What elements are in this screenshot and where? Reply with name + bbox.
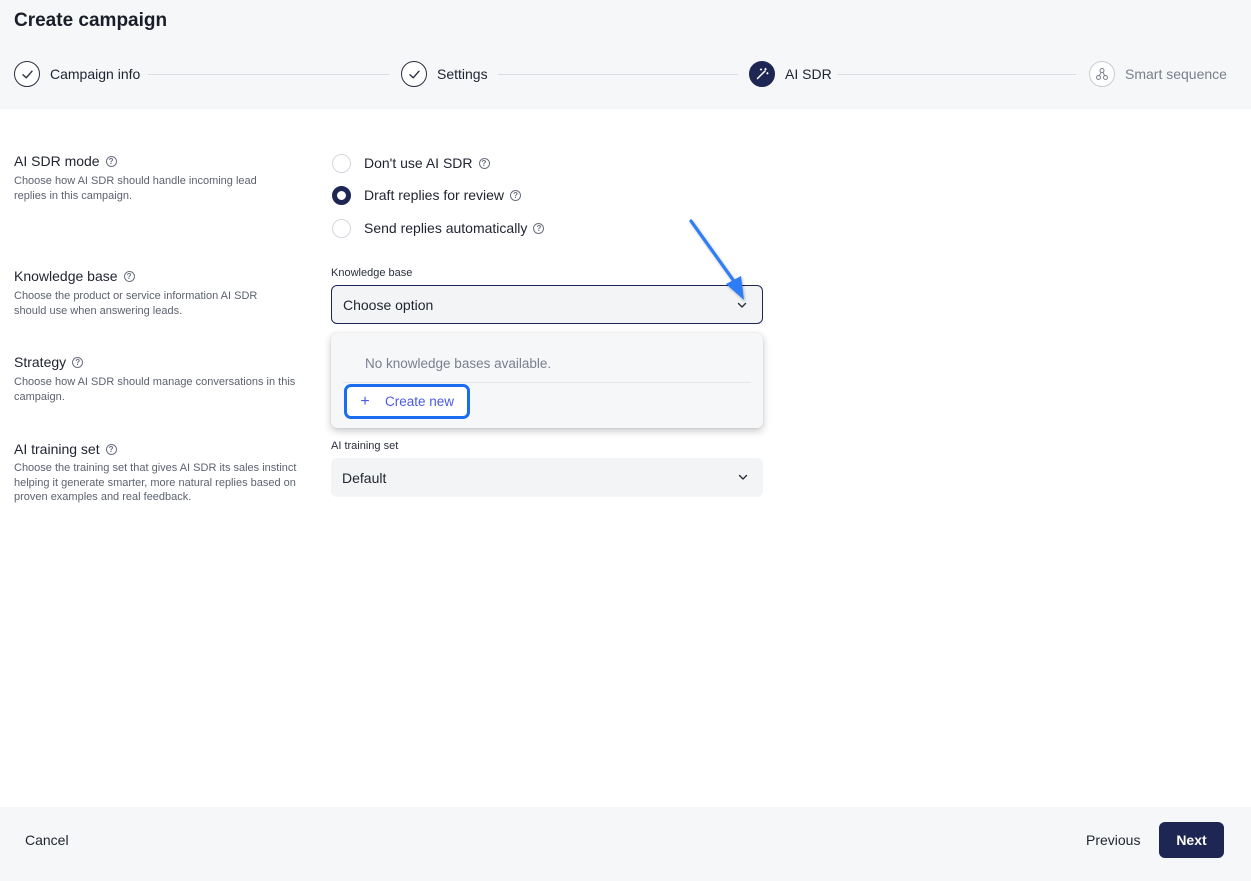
ai-training-set-select[interactable]: Default xyxy=(331,458,763,497)
chevron-down-icon xyxy=(738,474,748,480)
check-icon xyxy=(14,61,40,87)
radio-button[interactable] xyxy=(332,153,351,173)
step-connector xyxy=(498,74,738,75)
step-label: Settings xyxy=(437,66,488,82)
check-icon xyxy=(401,61,427,87)
radio-button[interactable] xyxy=(332,218,351,238)
empty-state-text: No knowledge bases available. xyxy=(365,356,552,371)
divider xyxy=(343,382,751,383)
help-icon[interactable]: ? xyxy=(478,157,490,169)
ai-sdr-mode-description: Choose how AI SDR should handle incoming… xyxy=(14,175,257,202)
help-icon[interactable]: ? xyxy=(105,443,117,455)
knowledge-base-label: Knowledge base ? xyxy=(14,268,135,284)
select-value: Default xyxy=(342,469,387,486)
select-value: Choose option xyxy=(343,296,434,313)
help-icon[interactable]: ? xyxy=(72,356,84,368)
plus-icon: + xyxy=(360,392,370,410)
knowledge-base-description: Choose the product or service informatio… xyxy=(14,290,258,317)
help-icon[interactable]: ? xyxy=(533,222,545,234)
next-button[interactable]: Next xyxy=(1159,822,1224,858)
step-campaign-info[interactable]: Campaign info xyxy=(14,61,140,87)
stepper: Campaign info Settings AI SDR Smart sequ… xyxy=(14,61,1227,89)
ai-training-set-field-label: AI training set xyxy=(331,440,399,452)
ai-training-set-description: Choose the training set that gives AI SD… xyxy=(14,462,297,503)
page-footer: Cancel Previous Next xyxy=(0,807,1251,881)
radio-button-selected[interactable] xyxy=(332,185,351,205)
ai-sdr-mode-label: AI SDR mode ? xyxy=(14,153,117,169)
step-ai-sdr[interactable]: AI SDR xyxy=(749,61,832,87)
annotation-arrow-icon xyxy=(689,219,744,300)
page-title: Create campaign xyxy=(14,10,168,31)
step-label: AI SDR xyxy=(785,66,832,82)
radio-draft-replies[interactable]: Draft replies for review ? xyxy=(332,185,522,205)
knowledge-base-dropdown: No knowledge bases available. + Create n… xyxy=(331,333,763,428)
radio-dont-use-ai-sdr[interactable]: Don't use AI SDR ? xyxy=(332,153,490,173)
create-new-label: Create new xyxy=(385,394,455,409)
page-header: Create campaign Campaign info Settings A… xyxy=(0,0,1251,109)
help-icon[interactable]: ? xyxy=(105,155,117,167)
strategy-description: Choose how AI SDR should manage conversa… xyxy=(14,376,296,403)
step-label: Campaign info xyxy=(50,66,141,82)
step-connector xyxy=(837,74,1076,75)
step-settings[interactable]: Settings xyxy=(401,61,488,87)
step-connector xyxy=(148,74,389,75)
help-icon[interactable]: ? xyxy=(123,270,135,282)
step-smart-sequence[interactable]: Smart sequence xyxy=(1089,61,1227,87)
radio-send-automatically[interactable]: Send replies automatically ? xyxy=(332,218,545,238)
knowledge-base-field-label: Knowledge base xyxy=(331,267,413,279)
magic-wand-icon xyxy=(749,61,775,87)
ai-training-set-label: AI training set ? xyxy=(14,441,117,457)
help-icon[interactable]: ? xyxy=(510,189,522,201)
cancel-button[interactable]: Cancel xyxy=(25,832,69,848)
previous-button[interactable]: Previous xyxy=(1086,832,1140,848)
create-new-button[interactable]: + Create new xyxy=(344,384,470,419)
step-label: Smart sequence xyxy=(1125,66,1227,82)
strategy-label: Strategy ? xyxy=(14,354,84,370)
sequence-nodes-icon xyxy=(1089,61,1115,87)
